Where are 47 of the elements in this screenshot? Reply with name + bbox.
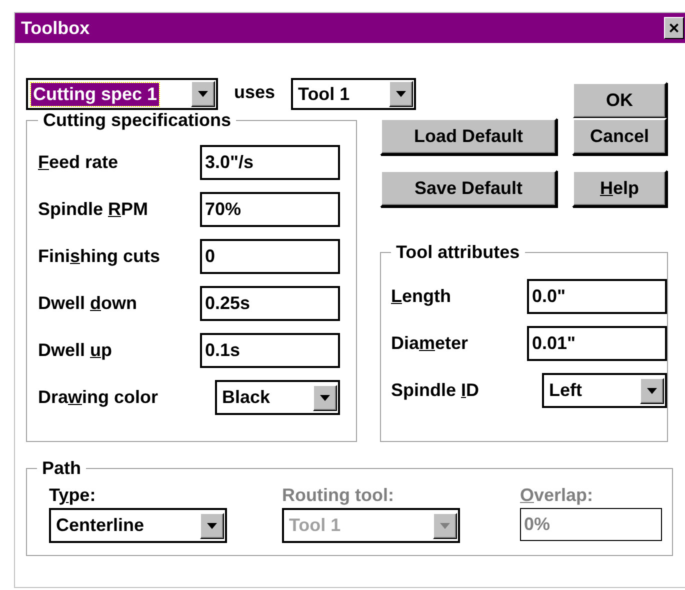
uses-label: uses [234, 82, 276, 103]
dropdown-arrow-button[interactable] [640, 378, 664, 404]
dialog-button[interactable]: Load Default [380, 118, 557, 155]
field-label: Finishing cuts [38, 246, 160, 267]
input-field[interactable]: 0.0" [527, 279, 667, 314]
input-field[interactable]: 0.25s [200, 286, 340, 321]
caret-icon [207, 522, 217, 528]
field-label: Spindle RPM [38, 199, 148, 220]
field-label: Length [391, 286, 451, 307]
dropdown-arrow-button[interactable] [433, 512, 457, 538]
close-button[interactable]: × [664, 17, 684, 39]
group-label: Tool attributes [395, 242, 521, 263]
group-label: Path [41, 458, 82, 479]
dropdown[interactable]: Left [542, 373, 667, 408]
input-field[interactable]: 3.0"/s [200, 145, 340, 180]
input-field[interactable]: 0.1s [200, 333, 340, 368]
field-label: Feed rate [38, 152, 118, 173]
dialog-button[interactable]: Cancel [572, 118, 667, 155]
caret-icon [396, 91, 406, 97]
dropdown-arrow-button[interactable] [191, 81, 215, 107]
dropdown-arrow-button[interactable] [200, 512, 224, 538]
dialog-button[interactable]: Save Default [380, 170, 557, 207]
window-title: Toolbox [21, 18, 90, 38]
dropdown[interactable]: Centerline [49, 508, 227, 543]
caret-icon [647, 388, 657, 394]
dropdown-arrow-button[interactable] [389, 81, 414, 107]
field-label: Dwell down [38, 293, 138, 314]
field-label: Diameter [391, 333, 468, 354]
field-label: Dwell up [38, 340, 112, 361]
dropdown[interactable]: Black [215, 380, 340, 415]
caret-icon [320, 394, 330, 400]
input-field[interactable]: 0.01" [527, 326, 667, 361]
dialog-button[interactable]: OK [572, 82, 667, 119]
caret-icon [440, 522, 450, 528]
field-label: Drawing color [38, 387, 158, 408]
input-field[interactable]: 0 [200, 239, 340, 274]
field-label: Spindle ID [391, 380, 480, 401]
field-label: Overlap: [520, 485, 594, 506]
dialog-button[interactable]: Help [572, 170, 667, 207]
field-label: Type: [49, 485, 97, 506]
tool-dropdown[interactable]: Tool 1 [291, 78, 416, 110]
dropdown-arrow-button[interactable] [313, 384, 337, 410]
field-label: Routing tool: [282, 485, 395, 506]
group-label: Cutting specifications [42, 110, 232, 131]
spec-dropdown[interactable]: Cutting spec 1 [26, 78, 218, 110]
caret-icon [198, 91, 208, 97]
input-field[interactable]: 70% [200, 192, 340, 227]
